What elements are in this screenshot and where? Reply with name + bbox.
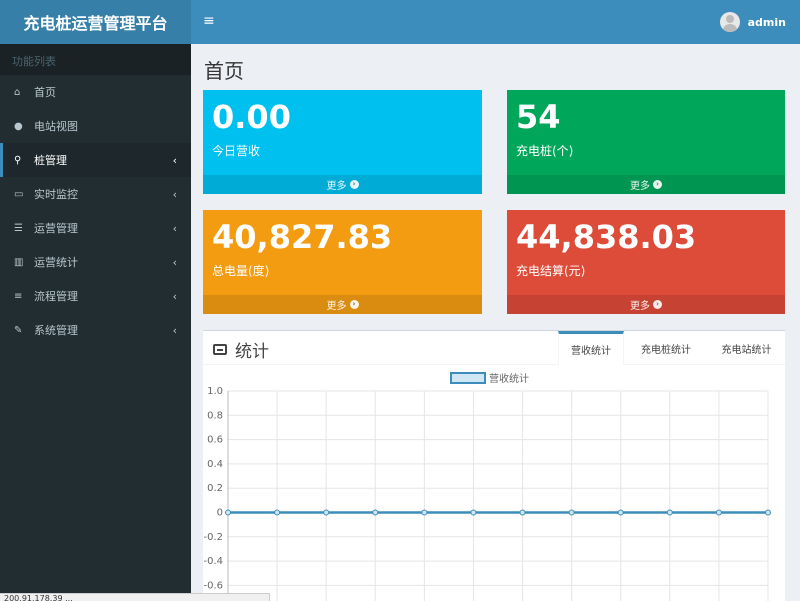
y-tick-label: 0 [217,508,223,519]
database-icon: ☰ [14,222,23,234]
bar-chart-icon: ▥ [14,256,24,268]
info-box-label: 充电结算(元) [516,264,586,278]
tab-pile-stats[interactable]: 充电桩统计 [629,331,703,365]
y-tick-label: 0.8 [207,410,223,421]
data-point [666,509,673,516]
map-marker-icon: ⚲ [14,154,22,166]
chevron-left-icon: ‹ [172,221,177,235]
sidebar-item-3[interactable]: ▭ 实时监控 ‹ [0,177,191,211]
sidebar-item-label: 电站视图 [34,120,78,133]
sidebar-item-4[interactable]: ☰ 运营管理 ‹ [0,211,191,245]
sidebar-item-label: 运营管理 [34,222,78,235]
sliders-icon: ≡ [14,290,23,302]
info-box-value: 40,827.83 [212,218,393,256]
sidebar-item-7[interactable]: ✎ 系统管理 ‹ [0,313,191,347]
sidebar-item-5[interactable]: ▥ 运营统计 ‹ [0,245,191,279]
y-tick-label: 1.0 [207,386,223,397]
stats-panel: 统计 营收统计 充电桩统计 充电站统计 营收统计 1.0 0.8 0.6 0.4 0.2 0… [203,330,785,601]
info-box-today-revenue: 0.00 今日营收 更多 › [203,90,482,194]
info-box-total-energy: 40,827.83 总电量(度) 更多 › [203,210,482,314]
data-point [470,509,477,516]
y-tick-label: -0.4 [203,556,223,567]
inbox-icon [213,344,227,355]
data-point [323,509,330,516]
home-icon: ⌂ [14,86,21,98]
monitor-icon: ▭ [14,188,24,200]
sidebar-item-label: 首页 [34,86,56,99]
data-point [421,509,428,516]
info-box-value: 0.00 [212,98,291,136]
info-box-label: 总电量(度) [212,264,270,278]
chevron-left-icon: ‹ [172,153,177,167]
y-tick-label: 0.2 [207,483,223,494]
sidebar-item-2[interactable]: ⚲ 桩管理 ‹ [0,143,191,177]
avatar [719,12,740,32]
more-link[interactable]: 更多 › [203,295,482,314]
sidebar-item-label: 系统管理 [34,324,78,337]
sidebar-item-label: 实时监控 [34,188,78,201]
more-link[interactable]: 更多 › [507,295,785,314]
data-point [519,509,526,516]
sidebar: 功能列表 ⌂ 首页 ● 电站视图 ⚲ 桩管理 ‹ ▭ 实时监控 ‹ ☰ 运营管理 ‹ ▥ 运营统计 ‹ ≡ 流程管… [0,44,191,601]
y-tick-label: -0.2 [203,532,223,543]
y-tick-label: 0.6 [207,435,223,446]
user-menu[interactable]: admin [719,12,786,32]
info-box-value: 44,838.03 [516,218,697,256]
info-box-value: 54 [516,98,561,136]
wrench-icon: ✎ [14,324,23,336]
sidebar-item-6[interactable]: ≡ 流程管理 ‹ [0,279,191,313]
data-point [568,509,575,516]
sidebar-item-label: 流程管理 [34,290,78,303]
data-point [372,509,379,516]
sidebar-header: 功能列表 [0,44,191,75]
tab-revenue-stats[interactable]: 营收统计 [558,331,624,365]
page-title: 首页 [204,59,244,83]
chevron-left-icon: ‹ [172,255,177,269]
y-tick-label: 0.4 [207,459,223,470]
more-link[interactable]: 更多 › [507,175,785,194]
legend-label: 营收统计 [489,372,529,385]
chevron-left-icon: ‹ [172,187,177,201]
legend-swatch [450,372,486,384]
data-point [715,509,722,516]
browser-status-bar: 200.91.178.39 ... [0,593,270,601]
stats-panel-header: 统计 营收统计 充电桩统计 充电站统计 [203,331,785,365]
sidebar-item-label: 运营统计 [34,256,78,269]
arrow-circle-right-icon: › [349,300,359,309]
y-tick-label: -0.6 [203,580,223,591]
user-name: admin [747,15,786,29]
sidebar-item-1[interactable]: ● 电站视图 [0,109,191,143]
more-link[interactable]: 更多 › [203,175,482,194]
top-navbar: ≡ admin [191,0,800,44]
info-box-settlement: 44,838.03 充电结算(元) 更多 › [507,210,785,314]
arrow-circle-right-icon: › [653,180,662,189]
chevron-left-icon: ‹ [172,289,177,303]
data-point [617,509,624,516]
app-logo[interactable]: 充电桩运营管理平台 [0,0,191,44]
sidebar-item-label: 桩管理 [34,154,67,167]
app-title: 充电桩运营管理平台 [23,14,168,33]
info-box-pile-count: 54 充电桩(个) 更多 › [507,90,785,194]
info-box-label: 今日营收 [212,144,261,158]
info-box-label: 充电桩(个) [516,144,574,158]
data-point [274,509,281,516]
arrow-circle-right-icon: › [349,180,359,189]
tab-station-stats[interactable]: 充电站统计 [708,331,785,365]
stats-panel-title: 统计 [213,337,269,362]
revenue-line-chart: 营收统计 1.0 0.8 0.6 0.4 0.2 0 -0.2 -0.4 -0.6 [203,372,771,601]
arrow-circle-right-icon: › [653,300,662,309]
sidebar-item-0[interactable]: ⌂ 首页 [0,75,191,109]
circle-icon: ● [14,120,23,132]
data-point [225,509,231,516]
sidebar-toggle-icon[interactable]: ≡ [203,13,215,29]
chevron-left-icon: ‹ [172,323,177,337]
data-point [765,509,771,516]
